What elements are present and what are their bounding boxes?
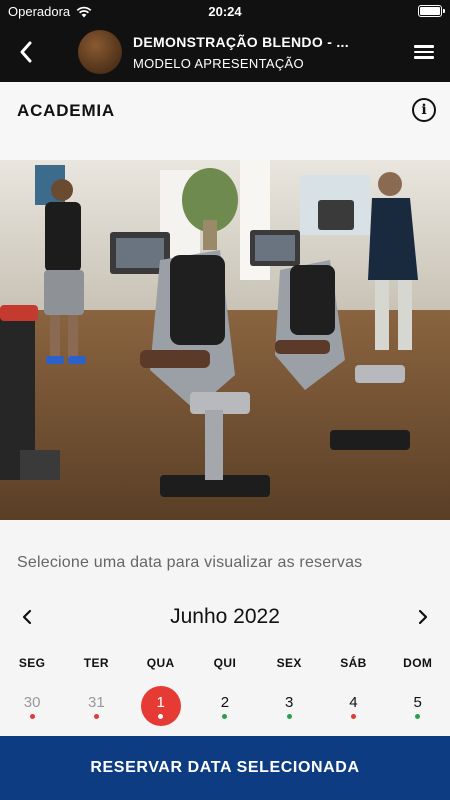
- app-header: DEMONSTRAÇÃO BLENDO - ... MODELO APRESEN…: [0, 24, 450, 82]
- availability-dot: [93, 714, 99, 719]
- weekday-label: SÁB: [340, 656, 367, 670]
- header-title: DEMONSTRAÇÃO BLENDO - ...: [133, 34, 349, 50]
- day-number: 30: [23, 694, 41, 711]
- day-number: 2: [220, 694, 230, 711]
- avatar: [78, 30, 122, 74]
- calendar-prompt: Selecione uma data para visualizar as re…: [17, 554, 363, 571]
- calendar-day[interactable]: 1: [129, 686, 193, 726]
- status-bar: Operadora 20:24: [0, 0, 450, 24]
- calendar-day[interactable]: 31: [64, 686, 128, 726]
- weekday-label: TER: [83, 656, 109, 670]
- day-number: 31: [88, 694, 105, 711]
- availability-dot: [29, 714, 35, 719]
- header-titles: DEMONSTRAÇÃO BLENDO - ... MODELO APRESEN…: [133, 34, 363, 71]
- header-subtitle: MODELO APRESENTAÇÃO: [133, 56, 304, 71]
- availability-dot: [222, 714, 228, 719]
- status-time: 20:24: [208, 4, 242, 19]
- battery-icon: [418, 5, 445, 17]
- availability-dot: [350, 714, 356, 719]
- section-header: ACADEMIA i: [0, 82, 450, 160]
- calendar-day[interactable]: 30: [0, 686, 64, 726]
- next-month-button[interactable]: [412, 606, 434, 628]
- weekday-row: SEG TER QUA QUI SEX SÁB DOM: [0, 656, 450, 670]
- gym-photo-illustration: [0, 160, 450, 520]
- info-button[interactable]: i: [412, 98, 436, 122]
- day-number: 4: [349, 694, 358, 711]
- info-icon: i: [421, 102, 427, 118]
- calendar-day[interactable]: 2: [193, 686, 257, 726]
- calendar-nav: Junho 2022: [0, 600, 450, 634]
- calendar-day[interactable]: 3: [257, 686, 321, 726]
- calendar-day[interactable]: 5: [386, 686, 450, 726]
- availability-dot: [158, 714, 164, 719]
- availability-dot: [286, 714, 292, 719]
- weekday-label: QUA: [146, 656, 175, 670]
- chevron-right-icon: [418, 609, 428, 625]
- hamburger-menu-icon: [412, 45, 436, 59]
- chevron-left-icon: [20, 41, 32, 63]
- calendar-month-label: Junho 2022: [170, 605, 280, 628]
- weekday-label: SEX: [276, 656, 302, 670]
- day-number: 1: [156, 694, 165, 711]
- weekday-label: QUI: [213, 656, 237, 670]
- day-number: 3: [285, 694, 294, 711]
- back-button[interactable]: [10, 36, 42, 68]
- reserve-date-button[interactable]: RESERVAR DATA SELECIONADA: [0, 736, 450, 800]
- weekday-label: DOM: [403, 656, 433, 670]
- day-row: 30 31 1 2 3 4 5: [0, 686, 450, 726]
- day-number: 5: [413, 694, 422, 711]
- calendar-day[interactable]: 4: [321, 686, 385, 726]
- menu-button[interactable]: [412, 42, 436, 64]
- section-title: ACADEMIA: [17, 101, 116, 120]
- gym-photo: [0, 160, 450, 520]
- weekday-label: SEG: [18, 656, 46, 670]
- availability-dot: [415, 714, 421, 719]
